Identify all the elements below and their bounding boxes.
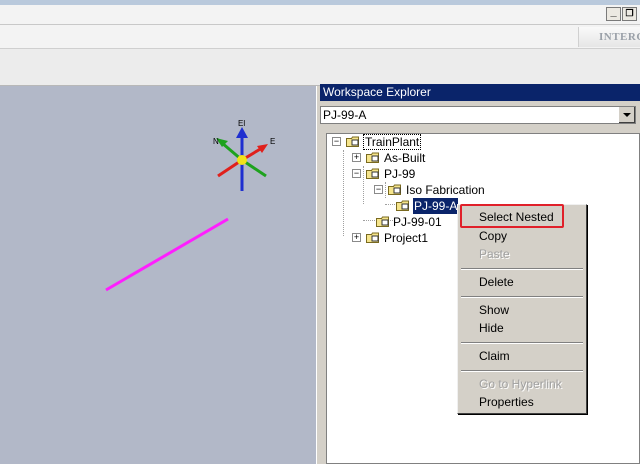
- minimize-icon: _: [610, 6, 617, 18]
- menu-item-label: Delete: [479, 275, 514, 289]
- folder-icon: [346, 136, 359, 147]
- minimize-button[interactable]: _: [606, 6, 621, 21]
- restore-icon: ❐: [625, 8, 634, 18]
- menu-item-label: Paste: [479, 247, 510, 261]
- triad-center-icon: [237, 155, 247, 165]
- tree-node-label: PJ-99: [384, 167, 416, 181]
- graphic-view[interactable]: El N E: [0, 86, 316, 464]
- menu-bar: [0, 5, 640, 25]
- tree-node-label: As-Built: [384, 151, 426, 165]
- brand-logo: INTERGR: [578, 27, 640, 47]
- menu-item-delete[interactable]: Delete: [461, 273, 583, 291]
- folder-icon: [366, 232, 379, 243]
- collapse-icon[interactable]: −: [374, 185, 383, 194]
- restore-button[interactable]: ❐: [622, 7, 637, 21]
- expand-icon[interactable]: +: [352, 153, 361, 162]
- menu-item-go-to-hyperlink: Go to Hyperlink: [461, 375, 583, 393]
- menu-item-paste: Paste: [461, 245, 583, 263]
- tree-connector: [385, 204, 395, 205]
- menu-item-label: Show: [479, 303, 510, 317]
- collapse-icon[interactable]: −: [352, 169, 361, 178]
- dropdown-button[interactable]: [618, 107, 635, 123]
- menu-item-copy[interactable]: Copy: [461, 227, 583, 245]
- menu-item-label: Claim: [479, 349, 510, 363]
- tree-node-label: PJ-99-01: [393, 215, 442, 229]
- north-label: N: [213, 137, 219, 146]
- elevation-label: El: [238, 119, 245, 128]
- menu-item-show[interactable]: Show: [461, 301, 583, 319]
- context-menu: Select Nested Copy Paste Delete Show Hid…: [457, 204, 587, 414]
- menu-item-label: Hide: [479, 321, 504, 335]
- folder-icon: [396, 200, 409, 211]
- toolbar-secondary: [0, 49, 640, 86]
- pipe-run-line[interactable]: [105, 217, 229, 292]
- east-label: E: [270, 137, 275, 146]
- folder-icon: [366, 152, 379, 163]
- menu-separator: [461, 342, 583, 344]
- folder-icon: [388, 184, 401, 195]
- toolbar-top: [0, 25, 640, 49]
- menu-item-label: Go to Hyperlink: [479, 377, 562, 391]
- menu-item-claim[interactable]: Claim: [461, 347, 583, 365]
- menu-item-label: Properties: [479, 395, 534, 409]
- tree-node-label: PJ-99-A: [413, 198, 459, 214]
- menu-separator: [461, 268, 583, 270]
- expand-icon[interactable]: +: [352, 233, 361, 242]
- workspace-filter-dropdown[interactable]: PJ-99-A: [320, 106, 636, 124]
- menu-separator: [461, 296, 583, 298]
- graphic-canvas[interactable]: El N E: [0, 86, 316, 464]
- menu-item-label: Copy: [479, 229, 508, 243]
- menu-separator: [461, 370, 583, 372]
- annotation-highlight-box: [460, 204, 564, 228]
- tree-connector: [363, 166, 364, 204]
- menu-item-hide[interactable]: Hide: [461, 319, 583, 337]
- workspace-filter-value: PJ-99-A: [323, 108, 367, 122]
- folder-icon: [376, 216, 389, 227]
- tree-connector: [385, 182, 386, 198]
- collapse-icon[interactable]: −: [332, 137, 341, 146]
- chevron-down-icon: [623, 113, 631, 117]
- tree-node-label: TrainPlant: [363, 134, 422, 150]
- folder-icon: [366, 168, 379, 179]
- workspace-explorer-title: Workspace Explorer: [323, 85, 431, 99]
- tree-node-label: Project1: [384, 231, 429, 245]
- workspace-explorer-title-bar[interactable]: Workspace Explorer: [320, 84, 640, 101]
- menu-item-properties[interactable]: Properties: [461, 393, 583, 411]
- orientation-triad: El N E: [213, 119, 275, 191]
- tree-connector: [343, 150, 344, 236]
- brand-logo-text: INTERGR: [599, 31, 640, 43]
- tree-node-label: Iso Fabrication: [406, 183, 485, 197]
